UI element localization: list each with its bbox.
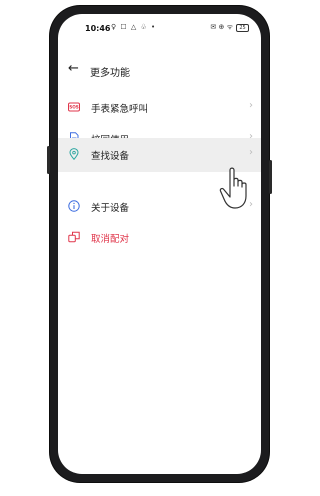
menu-item-unpair[interactable]: 取消配对 (58, 223, 261, 253)
info-icon (68, 200, 80, 212)
chevron-right-icon: › (249, 147, 253, 158)
side-button-right (269, 160, 272, 194)
network-icons: ✉ ⊕ ᯤ (210, 23, 233, 31)
menu-item-label: 关于设备 (91, 203, 130, 214)
menu-item-label: 取消配对 (91, 234, 130, 245)
location-pin-icon (69, 148, 79, 160)
phone-screen: 10:46 ♀ ☐ △ ♧ • ✉ ⊕ ᯤ 25 ← 更多功能 SOS 手表紧急… (58, 14, 261, 474)
battery-icon: 25 (236, 23, 249, 32)
tap-hand-icon (219, 167, 247, 209)
menu-item-emergency-call[interactable]: SOS 手表紧急呼叫 › (58, 93, 261, 123)
chevron-right-icon: › (249, 100, 253, 111)
status-right-icons: ✉ ⊕ ᯤ 25 (210, 23, 249, 32)
notification-icons: ♀ ☐ △ ♧ • (111, 23, 157, 31)
back-arrow-icon[interactable]: ← (68, 61, 79, 76)
menu-item-label: 查找设备 (91, 151, 130, 162)
side-button-left (47, 146, 50, 174)
page-title: 更多功能 (90, 68, 130, 79)
status-bar: 10:46 ♀ ☐ △ ♧ • ✉ ⊕ ᯤ 25 (58, 14, 261, 40)
menu-item-label: 手表紧急呼叫 (91, 104, 149, 115)
page-header: ← 更多功能 (58, 61, 261, 86)
unpair-icon (68, 231, 80, 243)
sos-icon: SOS (68, 102, 80, 112)
status-time: 10:46 (85, 24, 111, 33)
svg-text:SOS: SOS (69, 105, 79, 110)
battery-level: 25 (239, 24, 246, 31)
